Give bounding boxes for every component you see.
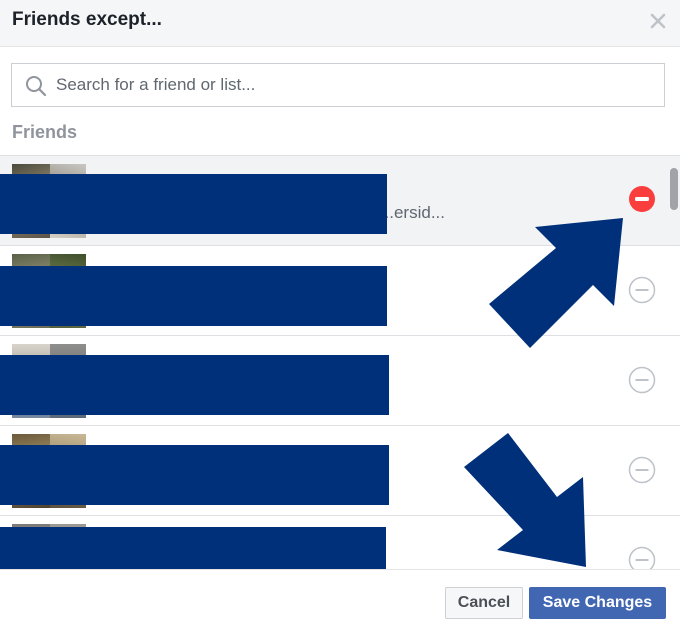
- redaction-bar: [0, 266, 387, 326]
- section-title: Friends: [12, 122, 78, 142]
- redaction-bar: [0, 445, 389, 505]
- dialog-header: Friends except...: [0, 0, 680, 47]
- save-changes-button[interactable]: Save Changes: [529, 587, 666, 619]
- redaction-bar: [0, 174, 387, 234]
- dialog-title: Friends except...: [12, 9, 162, 30]
- close-icon[interactable]: [648, 11, 668, 31]
- remove-icon[interactable]: [628, 366, 656, 394]
- redaction-bar: [0, 355, 389, 415]
- remove-icon[interactable]: [628, 276, 656, 304]
- remove-icon[interactable]: [628, 456, 656, 484]
- scrollbar[interactable]: [666, 156, 680, 570]
- search-icon: [25, 75, 47, 97]
- scrollbar-thumb[interactable]: [670, 168, 678, 210]
- remove-icon[interactable]: [628, 546, 656, 570]
- cancel-button[interactable]: Cancel: [445, 587, 523, 619]
- friends-except-dialog: Friends except... Friends ...ersid...: [0, 0, 680, 633]
- remove-active-icon[interactable]: [628, 185, 656, 213]
- search-box[interactable]: [11, 63, 665, 107]
- dialog-footer: Cancel Save Changes: [0, 569, 680, 633]
- search-input[interactable]: [56, 72, 646, 98]
